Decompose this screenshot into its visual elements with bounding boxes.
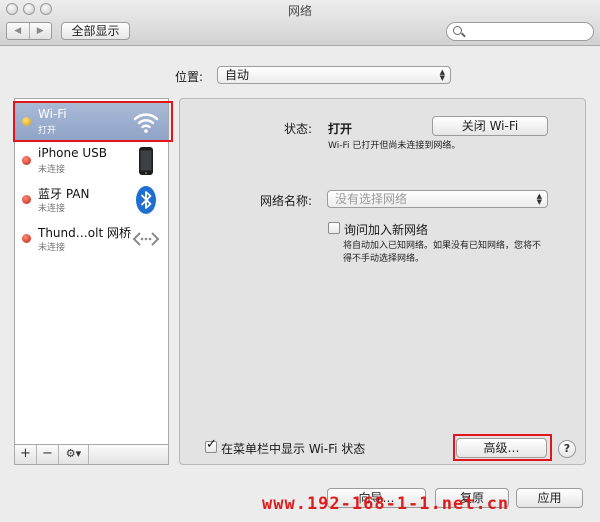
service-name: 蓝牙 PAN [38, 187, 90, 201]
status-dot-icon [22, 234, 31, 243]
ask-join-note-line1: 将自动加入已知网络。如果没有已知网络，您将不 [343, 241, 542, 251]
service-name: iPhone USB [38, 146, 107, 160]
detail-panel [179, 98, 586, 465]
ask-join-note-line2: 得不手动选择网络。 [343, 254, 425, 264]
popup-arrows-icon: ▲ ▼ [536, 192, 542, 206]
location-value: 自动 [225, 68, 250, 82]
add-service-button[interactable]: + [15, 445, 37, 464]
status-dot-icon [22, 195, 31, 204]
forward-arrow-icon[interactable]: ▶ [28, 23, 52, 39]
apply-button[interactable]: 应用 [516, 488, 583, 508]
service-status: 未连接 [38, 204, 66, 214]
service-bluetooth-pan[interactable]: 蓝牙 PAN 未连接 [15, 181, 168, 219]
window-title: 网络 [287, 4, 312, 18]
location-label: 位置: [175, 70, 204, 84]
checkmark-icon: ✓ [206, 437, 217, 452]
network-name-value: 没有选择网络 [335, 192, 408, 206]
service-status: 未连接 [38, 243, 66, 253]
back-forward-control[interactable]: ◀ ▶ [6, 22, 52, 40]
iphone-icon [139, 147, 153, 175]
thunderbolt-bridge-icon [132, 232, 160, 246]
service-name: Thund…olt 网桥 [38, 226, 131, 240]
service-iphone-usb[interactable]: iPhone USB 未连接 [15, 142, 168, 180]
window-titlebar: 网络 ◀ ▶ 全部显示 [0, 0, 600, 46]
status-note: Wi-Fi 已打开但尚未连接到网络。 [328, 141, 461, 151]
search-field[interactable] [446, 22, 594, 41]
location-popup[interactable]: 自动 ▲ ▼ [217, 66, 451, 84]
popup-arrows-icon: ▲ ▼ [439, 68, 445, 82]
show-menubar-label: 在菜单栏中显示 Wi-Fi 状态 [221, 442, 366, 456]
advanced-highlight-box [453, 434, 552, 461]
turn-off-wifi-button[interactable]: 关闭 Wi-Fi [432, 116, 548, 136]
service-status: 未连接 [38, 165, 66, 175]
status-dot-icon [22, 156, 31, 165]
ask-join-label: 询问加入新网络 [344, 223, 429, 237]
bluetooth-icon [136, 186, 156, 214]
remove-service-button[interactable]: − [37, 445, 59, 464]
back-arrow-icon[interactable]: ◀ [7, 23, 29, 39]
status-label: 状态: [284, 122, 313, 136]
ask-join-checkbox[interactable] [328, 222, 340, 234]
show-menubar-checkbox[interactable]: ✓ [205, 437, 217, 453]
status-value: 打开 [328, 122, 353, 136]
gear-icon[interactable]: ⚙▾ [59, 445, 89, 464]
service-list-toolbar: + − ⚙▾ [14, 445, 169, 465]
network-name-label: 网络名称: [260, 194, 313, 208]
service-list: Wi-Fi 打开 iPhone USB 未连接 蓝牙 PAN 未连接 Thund… [14, 98, 169, 445]
service-thunderbolt-bridge[interactable]: Thund…olt 网桥 未连接 [15, 220, 168, 258]
search-icon [453, 26, 462, 35]
wifi-highlight-box [13, 101, 173, 142]
watermark-text: www.192-168-1-1.net.cn [262, 494, 510, 514]
show-all-button[interactable]: 全部显示 [61, 22, 130, 40]
network-name-popup[interactable]: 没有选择网络 ▲ ▼ [327, 190, 548, 208]
help-button[interactable]: ? [558, 440, 576, 458]
